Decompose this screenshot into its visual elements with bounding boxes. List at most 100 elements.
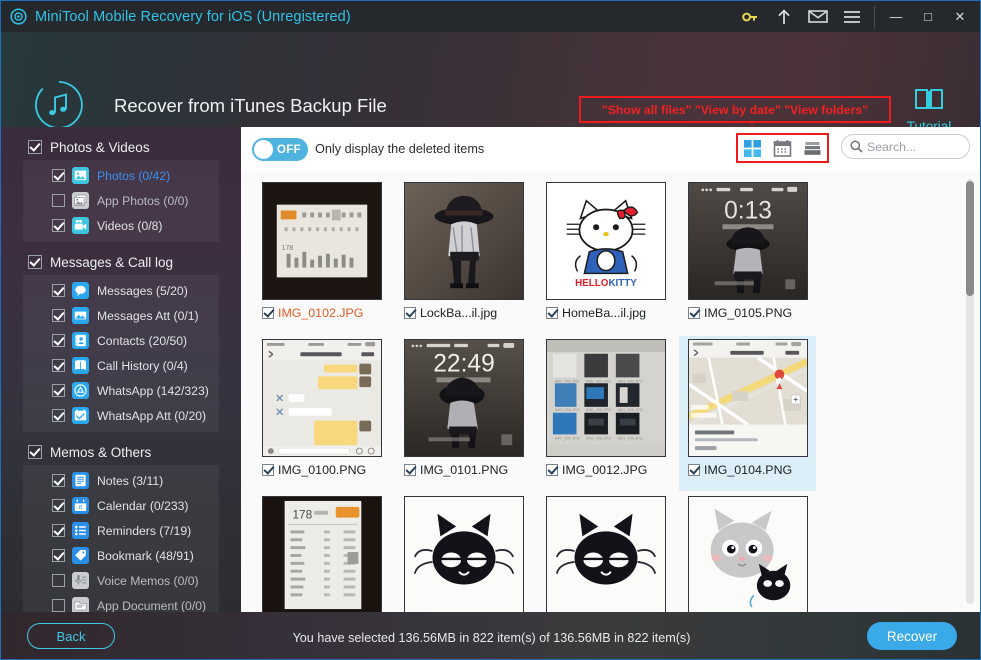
thumbnail-cell[interactable]: HELLOKITTY HomeBa...il.jpg	[537, 179, 674, 334]
thumbnail-cell[interactable]: IMG_0104.PNG	[679, 336, 816, 491]
svg-text:178: 178	[292, 509, 312, 522]
thumbnail-cell[interactable]	[679, 493, 816, 612]
sidebar-item-voice-memos[interactable]: Voice Memos (0/0)	[23, 568, 219, 593]
photo-icon	[72, 167, 89, 184]
sidebar-item-whatsapp[interactable]: WhatsApp (142/323)	[23, 378, 219, 403]
item-checkbox[interactable]	[52, 334, 65, 347]
sidebar-item-messages-att[interactable]: Messages Att (0/1)	[23, 303, 219, 328]
thumbnail-checkbox[interactable]	[262, 307, 274, 319]
sidebar-group-header[interactable]: Memos & Others	[1, 439, 241, 465]
toggle-description: Only display the deleted items	[315, 142, 485, 156]
close-button[interactable]: ✕	[944, 1, 976, 32]
thumbnail-label-row: IMG_0012.JPG	[540, 463, 671, 477]
item-checkbox[interactable]	[52, 499, 65, 512]
thumbnail-checkbox[interactable]	[404, 307, 416, 319]
sidebar-item-videos[interactable]: Videos (0/8)	[23, 213, 219, 238]
sidebar-item-reminders[interactable]: Reminders (7/19)	[23, 518, 219, 543]
maximize-button[interactable]: □	[912, 1, 944, 32]
svg-text:IMG_008.JPG: IMG_008.JPG	[586, 435, 611, 440]
sidebar-item-call-history[interactable]: Call History (0/4)	[23, 353, 219, 378]
thumbnail-image[interactable]	[403, 496, 524, 612]
svg-text:IMG_006.JPG: IMG_006.JPG	[617, 407, 642, 412]
search-box[interactable]	[841, 134, 970, 159]
sidebar-item-whatsapp-att[interactable]: WhatsApp Att (0/20)	[23, 403, 219, 428]
sidebar-item-label: Contacts (20/50)	[97, 333, 188, 348]
search-input[interactable]	[867, 139, 959, 154]
thumbnail-image[interactable]: 178	[261, 496, 382, 612]
item-checkbox[interactable]	[52, 409, 65, 422]
item-checkbox[interactable]	[52, 474, 65, 487]
thumbnail-image[interactable]: 178	[261, 182, 382, 300]
sidebar-item-notes[interactable]: Notes (3/11)	[23, 468, 219, 493]
thumbnail-checkbox[interactable]	[262, 464, 274, 476]
page-header: Recover from iTunes Backup File "Show al…	[1, 32, 980, 165]
thumbnail-image[interactable]	[403, 182, 524, 300]
mail-icon[interactable]	[801, 1, 835, 32]
thumbnail-cell[interactable]: IMG_0100.PNG	[253, 336, 390, 491]
view-by-date-icon[interactable]	[771, 138, 793, 158]
sidebar-group-header[interactable]: Messages & Call log	[1, 249, 241, 275]
sidebar-item-photos[interactable]: Photos (0/42)	[23, 163, 219, 188]
thumbnail-cell[interactable]: LockBa...il.jpg	[395, 179, 532, 334]
minimize-button[interactable]: —	[880, 1, 912, 32]
sidebar-item-label: Messages Att (0/1)	[97, 308, 199, 323]
app-photos-icon	[72, 192, 89, 209]
group-checkbox[interactable]	[28, 255, 42, 269]
sidebar-item-messages[interactable]: Messages (5/20)	[23, 278, 219, 303]
thumbnail-cell[interactable]: 178	[253, 493, 390, 612]
thumbnail-cell[interactable]: IMG_001.JPG IMG_002.JPG IMG_003.JPG IMG_00…	[537, 336, 674, 491]
thumbnail-cell[interactable]	[537, 493, 674, 612]
deleted-items-toggle[interactable]: OFF	[252, 138, 308, 161]
item-checkbox[interactable]	[52, 219, 65, 232]
group-checkbox[interactable]	[28, 140, 42, 154]
upload-arrow-icon[interactable]	[767, 1, 801, 32]
sidebar-item-contacts[interactable]: Contacts (20/50)	[23, 328, 219, 353]
thumbnail-image[interactable]: HELLOKITTY	[545, 182, 666, 300]
thumbnail-image[interactable]: 0:13	[687, 182, 808, 300]
thumbnail-cell[interactable]: 178 IMG_0102.JPG	[253, 179, 390, 334]
item-checkbox[interactable]	[52, 309, 65, 322]
reminders-list-icon	[72, 522, 89, 539]
sidebar-item-calendar[interactable]: 8 Calendar (0/233)	[23, 493, 219, 518]
thumbnail-image[interactable]	[545, 496, 666, 612]
view-folders-icon[interactable]	[801, 138, 823, 158]
item-checkbox[interactable]	[52, 549, 65, 562]
thumbnail-cell[interactable]: IMG_0042.JPG	[395, 493, 532, 612]
grid-scrollbar-thumb[interactable]	[966, 181, 974, 296]
thumbnail-image[interactable]: 22:49	[403, 339, 524, 457]
item-checkbox[interactable]	[52, 574, 65, 587]
sidebar-item-label: WhatsApp (142/323)	[97, 383, 209, 398]
sidebar-item-bookmark[interactable]: Bookmark (48/91)	[23, 543, 219, 568]
show-all-files-view-icon[interactable]	[742, 138, 764, 158]
item-checkbox[interactable]	[52, 194, 65, 207]
thumbnail-cell[interactable]: 0:13 IMG_0105.PNG	[679, 179, 816, 334]
item-checkbox[interactable]	[52, 169, 65, 182]
svg-text:22:49: 22:49	[433, 350, 494, 377]
thumbnail-checkbox[interactable]	[404, 464, 416, 476]
thumbnail-checkbox[interactable]	[688, 464, 700, 476]
item-checkbox[interactable]	[52, 284, 65, 297]
thumbnail-image[interactable]	[261, 339, 382, 457]
thumbnail-filename: IMG_0101.PNG	[420, 463, 509, 477]
sidebar-item-app-document[interactable]: App Document (0/0)	[23, 593, 219, 612]
thumbnail-checkbox[interactable]	[546, 464, 558, 476]
item-checkbox[interactable]	[52, 384, 65, 397]
sidebar-group-header[interactable]: Photos & Videos	[1, 134, 241, 160]
group-checkbox[interactable]	[28, 445, 42, 459]
recover-button[interactable]: Recover	[867, 622, 957, 650]
item-checkbox[interactable]	[52, 359, 65, 372]
item-checkbox[interactable]	[52, 599, 65, 612]
hamburger-menu-icon[interactable]	[835, 1, 869, 32]
thumbnail-checkbox[interactable]	[546, 307, 558, 319]
thumbnail-image[interactable]: IMG_001.JPG IMG_002.JPG IMG_003.JPG IMG_00…	[545, 339, 666, 457]
thumbnail-image[interactable]	[687, 496, 808, 612]
item-checkbox[interactable]	[52, 524, 65, 537]
thumbnail-label-row: IMG_0100.PNG	[256, 463, 387, 477]
key-icon[interactable]	[733, 1, 767, 32]
thumbnail-checkbox[interactable]	[688, 307, 700, 319]
thumbnail-grid-scroll-area[interactable]: 178 IMG_0102.JPG LockBa...il.jpg HELLOKI…	[241, 172, 980, 612]
thumbnail-image[interactable]	[687, 339, 808, 457]
sidebar-item-app-photos[interactable]: App Photos (0/0)	[23, 188, 219, 213]
thumbnail-cell[interactable]: 22:49 IMG_0101.PNG	[395, 336, 532, 491]
thumbnail-label-row: HomeBa...il.jpg	[540, 306, 671, 320]
